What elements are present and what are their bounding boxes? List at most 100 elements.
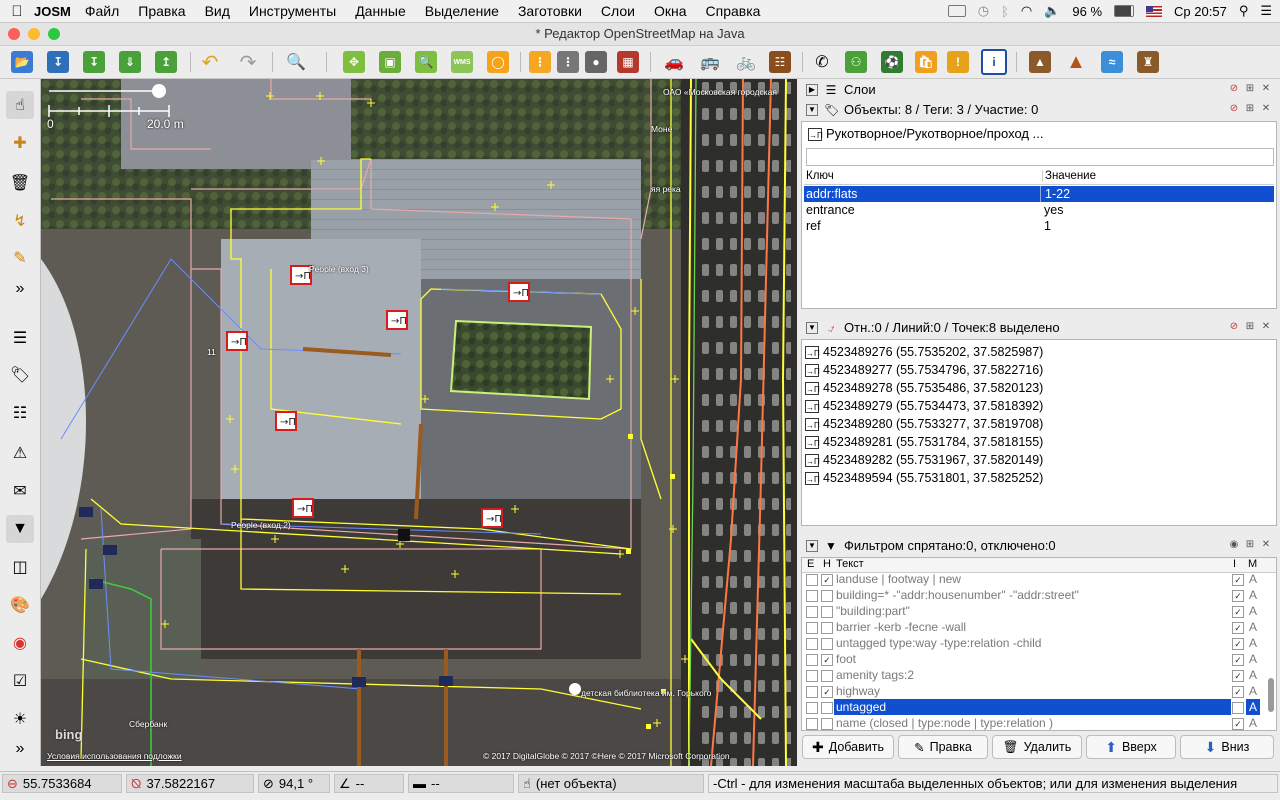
playground-icon[interactable]: ⚇ [842,48,870,76]
filter-enable-checkbox[interactable] [806,670,818,682]
bicycle-icon[interactable]: 🚲 [732,48,760,76]
filter-mode[interactable]: A [1246,715,1260,730]
menu-help[interactable]: Справка [706,3,761,19]
app-menu[interactable]: JOSM [34,4,71,19]
panel-close-icon[interactable]: ✕ [1260,539,1272,551]
filter-mode[interactable]: A [1246,619,1260,635]
panel-close-icon[interactable]: ✕ [1260,103,1272,115]
filter-inverted-checkbox[interactable]: ✓ [1232,574,1244,586]
col-text[interactable]: Текст [836,558,864,570]
menu-edit[interactable]: Правка [138,3,185,19]
filter-inverted-checkbox[interactable]: ✓ [1232,606,1244,618]
filter-row[interactable]: building=* -"addr:housenumber" -"addr:st… [802,587,1264,603]
filter-inverted-checkbox[interactable]: ✓ [1232,718,1244,730]
upload-icon[interactable]: ↥ [152,48,180,76]
selection-item[interactable]: →П 4523489276 (55.7535202, 37.5825987) [805,344,1273,362]
close-window-button[interactable] [8,28,20,40]
zoom-to-data-icon[interactable]: ✥ [340,48,368,76]
filter-inverted-checkbox[interactable]: ✓ [1232,670,1244,682]
zoom-icon[interactable]: 🔍 [412,48,440,76]
collapse-arrow-icon[interactable]: ▼ [806,103,818,116]
railway-icon[interactable]: ☷ [766,48,794,76]
filter-row[interactable]: ✓ foot ✓ A [802,651,1264,667]
filter-mode[interactable]: A [1246,603,1260,619]
panel-detach-icon[interactable]: ⊞ [1244,83,1256,95]
expand-tools-icon[interactable]: » [6,735,34,763]
sport-icon[interactable]: ⚽ [878,48,906,76]
move-up-button[interactable]: ⬆ Вверх [1086,735,1176,759]
castle-icon[interactable]: ♜ [1134,48,1162,76]
filter-enable-checkbox[interactable] [806,606,818,618]
filter-scrollbar[interactable] [1268,678,1274,712]
road-preset-icon[interactable]: ⋮ [526,48,554,76]
battery-percent[interactable]: 96 % [1072,4,1102,19]
lasso-icon[interactable]: ◯ [484,48,512,76]
filter-hide-checkbox[interactable] [821,670,833,682]
mountain-icon[interactable]: ▲ [1062,48,1090,76]
panel-detach-icon[interactable]: ⊞ [1244,539,1256,551]
eye-icon[interactable]: ◉ [1228,539,1240,551]
menu-selection[interactable]: Выделение [425,3,499,19]
menu-data[interactable]: Данные [355,3,406,19]
filter-row[interactable]: name (closed | type:node | type:relation… [802,715,1264,730]
filter-inverted-checkbox[interactable] [1232,702,1244,714]
col-key[interactable]: Ключ [806,170,834,182]
filter-enable-checkbox[interactable] [806,654,818,666]
wifi-icon[interactable]: ◠ [1021,3,1032,19]
flag-icon[interactable] [1146,5,1163,17]
selection-list-icon[interactable]: ☷ [6,399,34,427]
filter-inverted-checkbox[interactable]: ✓ [1232,654,1244,666]
traffic-light-icon[interactable]: ● [582,48,610,76]
bus-icon[interactable]: 🚌 [696,48,724,76]
map-view[interactable]: →П →П →П →П →П →П →П 0 20.0 m People (вх… [41,79,797,766]
menu-windows[interactable]: Окна [654,3,687,19]
conflict-icon[interactable]: ⚠ [6,439,34,467]
map-canvas[interactable]: →П →П →П →П →П →П →П [41,79,797,766]
panel-help-icon[interactable]: ⊘ [1228,321,1240,333]
menu-tools[interactable]: Инструменты [249,3,336,19]
filter-enable-checkbox[interactable] [806,574,818,586]
filter-row[interactable]: ✓ landuse | footway | new ✓ A [802,571,1264,587]
layers-panel-header[interactable]: ▶ ☰ Слои ⊘ ⊞ ✕ [802,80,1276,99]
expand-arrow-icon[interactable]: ▶ [806,83,818,96]
col-m[interactable]: M [1248,558,1257,570]
collapse-arrow-icon[interactable]: ▼ [806,321,818,334]
clock[interactable]: Ср 20:57 [1174,4,1227,19]
selection-item[interactable]: →П 4523489277 (55.7534796, 37.5822716) [805,362,1273,380]
redo-icon[interactable]: ↷ [234,48,262,76]
terms-link[interactable]: Условия использования подложки [47,751,182,761]
waterway-icon[interactable]: ≈ [1098,48,1126,76]
filter-row[interactable]: untagged A [802,699,1264,715]
filter-row[interactable]: "building:part" ✓ A [802,603,1264,619]
filter-hide-checkbox[interactable]: ✓ [821,574,833,586]
filter-mode[interactable]: A [1246,651,1260,667]
imagery-icon[interactable]: WMS [448,48,476,76]
volume-icon[interactable]: 🔈 [1044,3,1060,19]
filter-enable-checkbox[interactable] [806,590,818,602]
more-tools-icon[interactable]: » [6,275,34,303]
undo-icon[interactable]: ↶ [196,48,224,76]
notification-center-icon[interactable]: ☰ [1260,3,1272,19]
filter-enable-checkbox[interactable] [806,638,818,650]
panel-help-icon[interactable]: ⊘ [1228,103,1240,115]
panel-close-icon[interactable]: ✕ [1260,83,1272,95]
selection-item[interactable]: →П 4523489282 (55.7531967, 37.5820149) [805,452,1273,470]
wall-icon[interactable]: ▦ [614,48,642,76]
time-machine-icon[interactable]: ◷ [978,3,989,19]
filter-hide-checkbox[interactable] [821,590,833,602]
filter-enable-checkbox[interactable] [806,718,818,730]
map-paint-icon[interactable]: 🎨 [6,591,34,619]
filter-inverted-checkbox[interactable]: ✓ [1232,590,1244,602]
tag-row[interactable]: addr:flats 1-22 [804,186,1274,202]
industrial-icon[interactable]: ▲ [1026,48,1054,76]
select-tool-icon[interactable]: ☝ [6,91,34,119]
filter-row[interactable]: barrier -kerb -fecne -wall ✓ A [802,619,1264,635]
filter-mode[interactable]: A [1246,667,1260,683]
filter-mode[interactable]: A [1246,683,1260,699]
filter-inverted-checkbox[interactable]: ✓ [1232,622,1244,634]
filter-row[interactable]: untagged type:way -type:relation -child ✓… [802,635,1264,651]
location-marker-icon[interactable]: ◉ [6,629,34,657]
layers-toggle-icon[interactable]: ☰ [6,324,34,352]
car-icon[interactable]: 🚗 [660,48,688,76]
filter-hide-checkbox[interactable]: ✓ [821,654,833,666]
